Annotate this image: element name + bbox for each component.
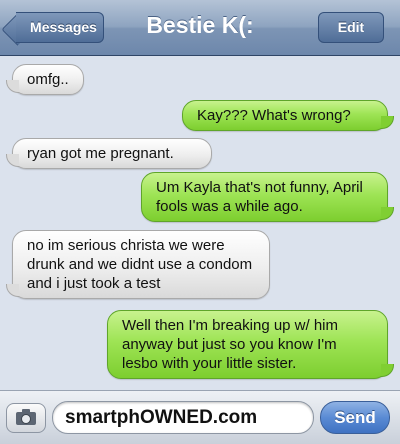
messages-back-button[interactable]: Messages (16, 12, 104, 43)
message-thread[interactable]: omfg.. Kay??? What's wrong? ryan got me … (0, 56, 400, 390)
navigation-bar: Messages Bestie K(: Edit (0, 0, 400, 56)
camera-button[interactable] (6, 403, 46, 433)
message-input[interactable]: smartphOWNED.com (52, 401, 314, 434)
message-input-value: smartphOWNED.com (65, 407, 258, 428)
message-bubble-sent[interactable]: Um Kayla that's not funny, April fools w… (141, 172, 394, 222)
message-bubble-received[interactable]: ryan got me pregnant. (6, 138, 212, 169)
edit-button[interactable]: Edit (318, 12, 384, 43)
camera-icon-lens (21, 414, 31, 424)
message-bubble-sent[interactable]: Well then I'm breaking up w/ him anyway … (107, 310, 394, 379)
conversation-title: Bestie K(: (146, 12, 254, 38)
message-bubble-sent[interactable]: Kay??? What's wrong? (182, 100, 394, 131)
message-bubble-received[interactable]: omfg.. (6, 64, 84, 95)
message-composer: smartphOWNED.com Send (0, 390, 400, 444)
message-bubble-received[interactable]: no im serious christa we were drunk and … (6, 230, 270, 299)
send-button[interactable]: Send (320, 401, 390, 434)
